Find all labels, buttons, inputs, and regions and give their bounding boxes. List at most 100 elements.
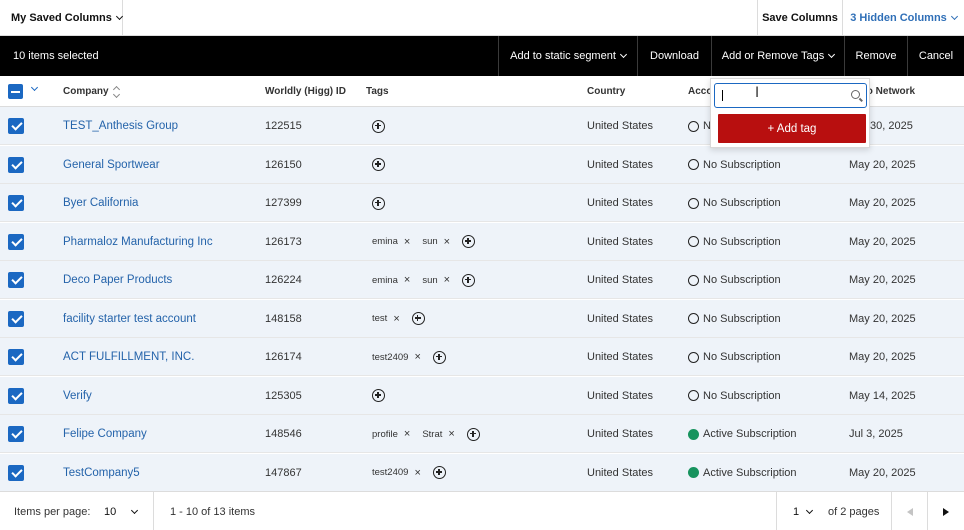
remove-tag-icon[interactable]: × [414,467,420,479]
caret-right-icon [943,507,949,516]
added-date: May 20, 2025 [849,274,916,286]
selected-count: 10 items selected [13,50,99,62]
added-date: Jul 3, 2025 [849,428,903,440]
table-row[interactable]: facility starter test account 148158 test ×… [0,299,964,338]
company-link[interactable]: ACT FULFILLMENT, INC. [63,338,194,376]
company-link[interactable]: Pharmaloz Manufacturing Inc [63,223,213,261]
table-row[interactable]: TestCompany5 147867 test2409 × United States… [0,453,964,492]
remove-tag-icon[interactable]: × [404,274,410,286]
company-link[interactable]: Byer California [63,184,138,222]
items-per-page-select[interactable]: 10 [104,492,150,530]
add-tag-icon[interactable] [462,273,476,287]
remove-tag-icon[interactable]: × [404,236,410,248]
status-label: No Subscription [703,158,781,171]
country: United States [587,197,654,209]
tag-chip: Strat × [422,428,455,440]
status-dot-icon [688,159,699,170]
add-tag-icon[interactable] [372,389,385,402]
cancel-button[interactable]: Cancel [907,36,964,76]
status-label: Active Subscription [703,428,797,440]
row-checkbox[interactable] [8,310,24,327]
remove-tag-icon[interactable]: × [448,428,454,440]
add-tag-icon[interactable] [466,427,480,441]
add-tag-icon[interactable] [411,312,425,325]
company-link[interactable]: General Sportwear [63,146,160,184]
save-columns-button[interactable]: Save Columns [757,0,843,35]
column-header-worldly-id: Worldly (Higg) ID [265,86,346,97]
table-row[interactable]: Pharmaloz Manufacturing Inc 126173 emina × s… [0,222,964,261]
remove-tag-icon[interactable]: × [444,274,450,286]
row-checkbox[interactable] [8,272,24,288]
status-dot-icon [688,313,699,324]
search-icon[interactable] [851,90,860,99]
table-row[interactable]: Verify 125305 United States No Subscription… [0,376,964,415]
remove-button[interactable]: Remove [844,36,907,76]
add-tag-icon[interactable] [432,350,446,364]
table-row[interactable]: General Sportwear 126150 United States No S… [0,145,964,184]
add-tag-icon[interactable] [372,196,385,210]
remove-tag-icon[interactable]: × [393,313,399,325]
remove-tag-icon[interactable]: × [404,428,410,440]
tag-search-input[interactable]: I [714,83,867,108]
account-status: No Subscription [688,300,781,338]
tag-label: sun [422,236,438,247]
page-select[interactable]: 1 [793,492,814,530]
row-checkbox[interactable] [8,387,24,404]
add-tag-icon[interactable] [372,119,385,133]
item-range-label: 1 - 10 of 13 items [170,505,255,518]
next-page-button[interactable] [927,492,964,530]
company-link[interactable]: Verify [63,377,92,415]
company-link[interactable]: TestCompany5 [63,454,140,492]
company-link[interactable]: Deco Paper Products [63,261,172,299]
table-row[interactable]: Felipe Company 148546 profile × Strat × United… [0,415,964,453]
chevron-down-icon [131,506,139,514]
row-checkbox[interactable] [8,156,24,173]
table-row[interactable]: Deco Paper Products 126224 emina × sun × Unite… [0,261,964,299]
country: United States [587,351,654,363]
status-label: No Subscription [703,274,781,286]
added-date: May 20, 2025 [849,351,916,363]
row-checkbox[interactable] [8,118,24,134]
status-label: No Subscription [703,312,781,325]
added-date: May 20, 2025 [849,197,916,209]
sort-icon[interactable] [113,86,121,98]
row-checkbox[interactable] [8,195,24,211]
added-date: 30, 2025 [870,120,913,132]
caret-left-icon [906,507,913,516]
add-remove-tags-button[interactable]: Add or Remove Tags [711,36,844,76]
column-header-tags: Tags [366,86,389,97]
company-link[interactable]: TEST_Anthesis Group [63,107,178,145]
tags-cell: emina × sun × [372,223,476,261]
row-checkbox[interactable] [8,233,24,250]
company-link[interactable]: facility starter test account [63,300,196,338]
table-row[interactable]: Byer California 127399 United States No Sub… [0,184,964,222]
column-header-company[interactable]: Company [63,76,121,107]
add-tag-icon[interactable] [372,158,385,171]
worldly-id: 148158 [265,312,302,325]
status-dot-icon [688,390,699,401]
previous-page-button[interactable] [891,492,927,530]
chevron-down-icon[interactable] [30,83,39,92]
add-tag-icon[interactable] [462,235,476,248]
hidden-columns-dropdown[interactable]: 3 Hidden Columns [843,0,964,35]
add-tag-button[interactable]: + Add tag [718,114,866,143]
select-all-checkbox[interactable] [8,84,23,99]
row-checkbox[interactable] [8,464,24,481]
row-checkbox[interactable] [8,349,24,365]
saved-columns-dropdown[interactable]: My Saved Columns [0,0,123,35]
add-tag-icon[interactable] [432,466,446,479]
column-header-country: Country [587,86,626,97]
table-row[interactable]: ACT FULFILLMENT, INC. 126174 test2409 × Unit… [0,338,964,376]
add-to-static-segment-button[interactable]: Add to static segment [498,36,637,76]
remove-tag-icon[interactable]: × [414,351,420,363]
company-link[interactable]: Felipe Company [63,415,147,453]
status-label: No Subscription [703,197,781,209]
add-remove-tags-label: Add or Remove Tags [721,50,825,62]
tag-label: sun [422,274,438,286]
tags-cell [372,107,385,145]
tag-label: profile [372,428,398,440]
download-button[interactable]: Download [637,36,711,76]
row-checkbox[interactable] [8,426,24,442]
added-date: May 20, 2025 [849,235,916,248]
remove-tag-icon[interactable]: × [444,236,450,248]
